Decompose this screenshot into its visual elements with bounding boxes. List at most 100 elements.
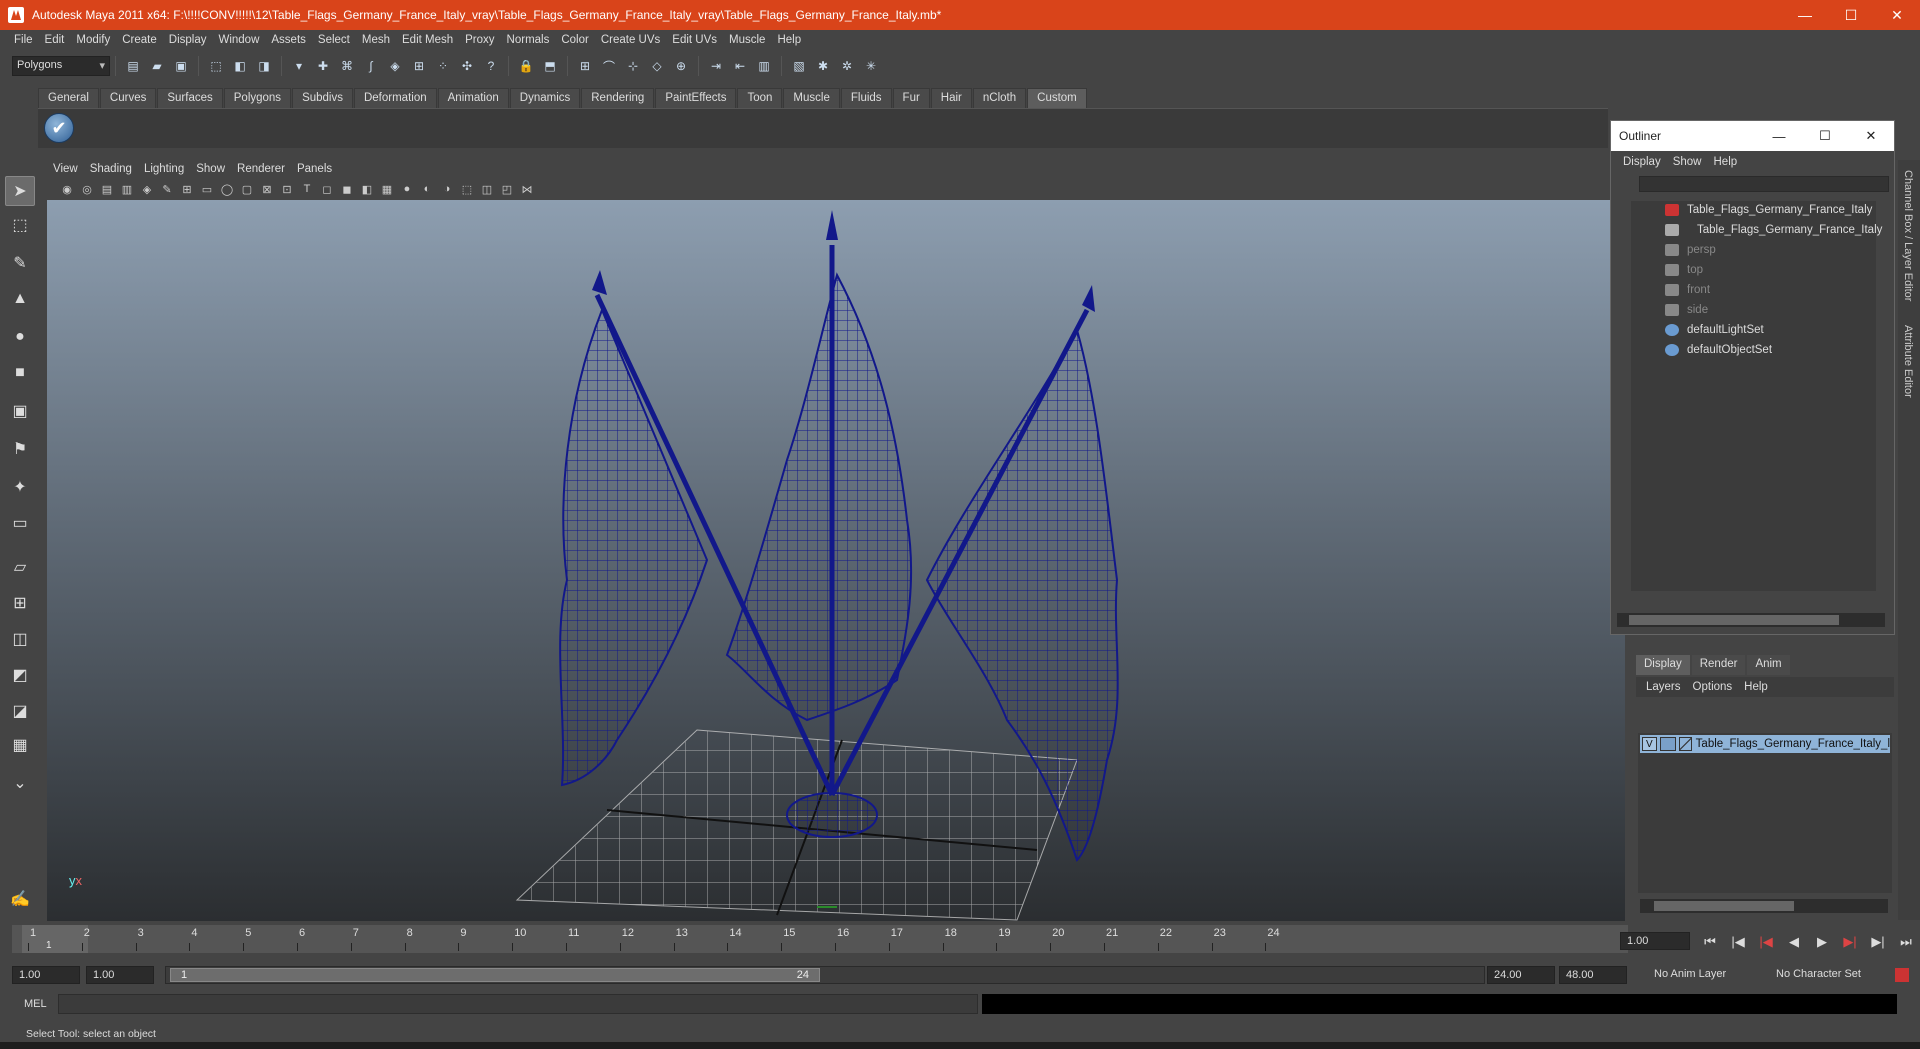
make-live-icon[interactable]: ⊕ [671,56,691,76]
shelf-tab-deformation[interactable]: Deformation [353,88,437,108]
camera-attributes-icon[interactable]: ◎ [79,181,95,197]
outliner-item[interactable]: Table_Flags_Germany_France_Italy [1665,201,1872,219]
outliner-item[interactable]: defaultLightSet [1665,321,1764,339]
layer-tab-anim[interactable]: Anim [1747,655,1790,675]
shelf-tab-muscle[interactable]: Muscle [783,88,840,108]
animation-start-field[interactable]: 1.00 [12,966,80,984]
scrollbar-thumb[interactable] [1654,901,1794,911]
single-pane-layout-icon[interactable]: ▱ [5,552,35,582]
empty-tool-slot[interactable]: ▭ [5,508,35,538]
viewport-menu-shading[interactable]: Shading [84,163,138,175]
2d-pan-icon[interactable]: ◈ [139,181,155,197]
go-to-end-button[interactable]: ⏭ [1892,934,1920,950]
mask-icon[interactable]: ▾ [289,56,309,76]
layer-tab-display[interactable]: Display [1636,655,1690,675]
select-handles-icon[interactable]: ✚ [313,56,333,76]
shelf-tab-subdivs[interactable]: Subdivs [292,88,353,108]
outliner-item[interactable]: persp [1665,241,1716,259]
lock-selection-icon[interactable]: 🔒 [516,56,536,76]
select-object-icon[interactable]: ◧ [230,56,250,76]
safe-action-icon[interactable]: ⊡ [279,181,295,197]
layer-color-swatch[interactable] [1659,737,1676,751]
layer-menu-layers[interactable]: Layers [1640,681,1687,693]
menu-edit[interactable]: Edit [39,34,71,46]
textured-icon[interactable]: ▦ [379,181,395,197]
open-scene-icon[interactable]: ▰ [147,56,167,76]
output-ops-icon[interactable]: ⇤ [730,56,750,76]
menu-create-uvs[interactable]: Create UVs [595,34,666,46]
select-curves-icon[interactable]: ∫ [361,56,381,76]
select-dynamics-icon[interactable]: ⁘ [433,56,453,76]
viewport-menu-renderer[interactable]: Renderer [231,163,291,175]
bookmark-icon[interactable]: ▤ [99,181,115,197]
last-tool-icon[interactable]: ✦ [5,472,35,502]
save-scene-icon[interactable]: ▣ [171,56,191,76]
menu-edit-uvs[interactable]: Edit UVs [666,34,723,46]
viewport-menu-view[interactable]: View [47,163,84,175]
wireframe-on-shaded-icon[interactable]: ◧ [359,181,375,197]
outliner-item[interactable]: Table_Flags_Germany_France_Italy [1665,221,1882,239]
play-backwards-button[interactable]: ◀ [1780,934,1808,950]
grease-pencil-icon[interactable]: ✎ [159,181,175,197]
menu-edit-mesh[interactable]: Edit Mesh [396,34,459,46]
input-ops-icon[interactable]: ⇥ [706,56,726,76]
outliner-minimize-button[interactable]: — [1756,121,1802,151]
snap-point-icon[interactable]: ⊹ [623,56,643,76]
go-to-start-button[interactable]: ⏮ [1696,934,1724,950]
shelf-tab-toon[interactable]: Toon [737,88,783,108]
playback-end-field[interactable]: 24.00 [1487,966,1555,984]
step-forward-frame-button[interactable]: ▶| [1836,934,1864,950]
menu-normals[interactable]: Normals [501,34,556,46]
move-tool-icon[interactable]: ▲ [5,284,35,314]
select-tool-icon[interactable]: ➤ [5,176,35,206]
attribute-editor-tab[interactable]: Attribute Editor [1902,325,1914,398]
shelf-tab-fur[interactable]: Fur [892,88,930,108]
outliner-menu-help[interactable]: Help [1708,156,1744,168]
xray-icon[interactable]: ◫ [479,181,495,197]
current-frame-field[interactable]: 1.00 [1620,932,1690,950]
outliner-filter-input[interactable] [1639,176,1889,192]
character-set-dropdown[interactable]: No Character Set [1770,966,1885,984]
menu-muscle[interactable]: Muscle [723,34,771,46]
animation-end-field[interactable]: 48.00 [1559,966,1627,984]
shelf-tab-polygons[interactable]: Polygons [223,88,292,108]
select-misc-icon[interactable]: ? [481,56,501,76]
graph-layout-icon[interactable]: ◩ [5,660,35,690]
shelf-tab-custom[interactable]: Custom [1027,88,1087,108]
outliner-item[interactable]: defaultObjectSet [1665,341,1772,359]
outliner-close-button[interactable]: ✕ [1848,121,1894,151]
shelf-tab-rendering[interactable]: Rendering [581,88,655,108]
layer-horizontal-scrollbar[interactable] [1640,899,1888,913]
select-rendering-icon[interactable]: ✣ [457,56,477,76]
select-joints-icon[interactable]: ⌘ [337,56,357,76]
shelf-tab-animation[interactable]: Animation [437,88,509,108]
snap-plane-icon[interactable]: ◇ [647,56,667,76]
outliner-item[interactable]: front [1665,281,1710,299]
range-slider-thumb[interactable]: 1 24 [170,968,820,982]
outliner-layout-icon[interactable]: ◪ [5,696,35,726]
shelf-tab-curves[interactable]: Curves [99,88,157,108]
shelf-tab-dynamics[interactable]: Dynamics [509,88,581,108]
menu-set-dropdown[interactable]: Polygons [12,56,110,76]
image-plane-icon[interactable]: ▥ [119,181,135,197]
layer-row[interactable]: V Table_Flags_Germany_France_Italy_l [1640,735,1890,753]
shelf-tab-general[interactable]: General [38,88,99,108]
scrollbar-thumb[interactable] [1629,615,1839,625]
menu-select[interactable]: Select [312,34,356,46]
outliner-item[interactable]: top [1665,261,1703,279]
mel-script-icon[interactable]: ✍ [5,884,35,914]
isolate-select-icon[interactable]: ⬚ [459,181,475,197]
camera-select-icon[interactable]: ◉ [59,181,75,197]
command-input[interactable] [58,994,978,1014]
channel-box-tab[interactable]: Channel Box / Layer Editor [1902,170,1914,301]
grid-toggle-icon[interactable]: ⊞ [179,181,195,197]
hypershade-layout-icon[interactable]: ▦ [5,730,35,760]
menu-window[interactable]: Window [212,34,265,46]
soft-mod-tool-icon[interactable]: ⚑ [5,434,35,464]
outliner-menu-display[interactable]: Display [1617,156,1667,168]
checkmark-shelf-icon[interactable]: ✔ [44,113,74,143]
play-forwards-button[interactable]: ▶ [1808,934,1836,950]
more-layouts-icon[interactable]: ⌄ [5,768,35,798]
select-hierarchy-icon[interactable]: ⬚ [206,56,226,76]
default-lights-icon[interactable]: ● [399,181,415,197]
